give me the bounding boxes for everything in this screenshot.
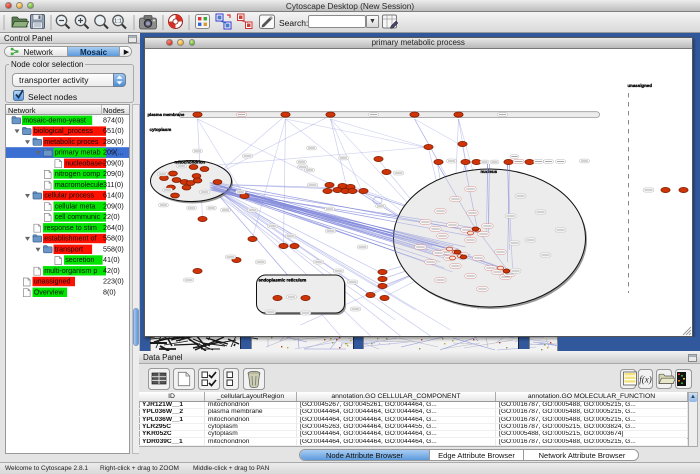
svg-text:f(x): f(x) [639, 375, 652, 385]
